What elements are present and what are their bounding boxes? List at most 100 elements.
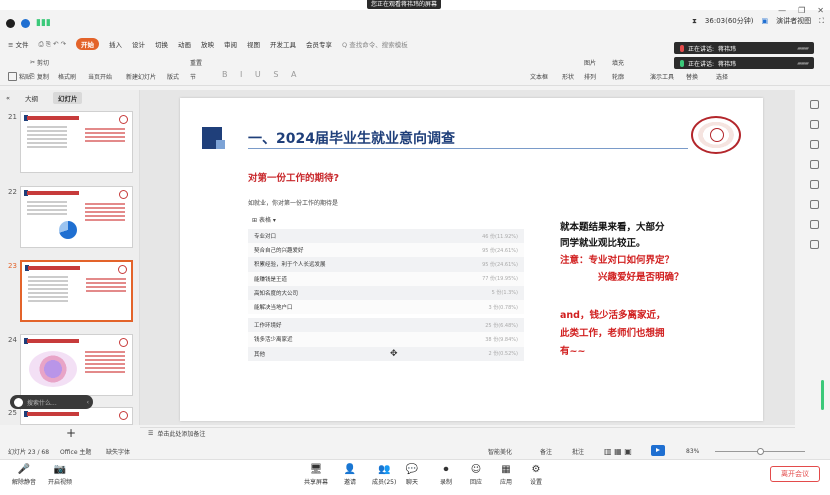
location-icon[interactable] <box>810 200 819 209</box>
slide-thumbnail[interactable] <box>20 186 133 248</box>
menu-item-slideshow[interactable]: 放映 <box>201 39 214 49</box>
right-tool-strip <box>806 100 824 340</box>
tab-outline[interactable]: 大纲 <box>20 92 43 104</box>
format-painter-button[interactable]: 格式刷 <box>58 72 76 81</box>
image-icon[interactable] <box>810 180 819 189</box>
arrange-button[interactable]: 排列 <box>584 72 596 81</box>
template-icon[interactable] <box>810 140 819 149</box>
start-video-button[interactable]: 📷 开启视频 <box>48 463 72 487</box>
ai-search-pill[interactable]: 搜索什么... ‹ <box>10 395 93 409</box>
menu-item-devtools[interactable]: 开发工具 <box>270 39 296 49</box>
option-count: 38 份(9.84%) <box>485 336 518 343</box>
slide-number: 22 <box>8 188 17 196</box>
record-button[interactable]: ⏺ 录制 <box>440 463 452 487</box>
font-style-buttons[interactable]: B I U S A <box>222 70 301 79</box>
vertical-scrollbar[interactable] <box>821 380 824 410</box>
restore-icon[interactable]: ❐ <box>798 6 805 15</box>
invite-button[interactable]: 👤 邀请 <box>344 463 356 487</box>
menu-item-design[interactable]: 设计 <box>132 39 145 49</box>
notes-button[interactable]: 备注 <box>540 447 552 456</box>
slide-thumbnail[interactable] <box>20 111 133 173</box>
presentation-tools-button[interactable]: 演示工具 <box>650 72 674 81</box>
shield-icon <box>21 18 30 28</box>
presenter-view-button[interactable]: 演讲者视图 <box>776 16 811 26</box>
menu-item-transition[interactable]: 切换 <box>155 39 168 49</box>
chevron-left-icon[interactable]: ‹ <box>87 399 93 406</box>
slide-canvas: 一、2024届毕业生就业意向调查 对第一份工作的期待? 如就业，你对第一份工作的… <box>140 90 795 425</box>
camera-icon: 📷 <box>53 463 67 475</box>
tab-slides[interactable]: 幻灯片 <box>52 92 83 104</box>
shape-button[interactable]: 形状 <box>562 72 574 81</box>
animation-icon[interactable] <box>810 120 819 129</box>
slide-counter: 幻灯片 23 / 68 <box>8 448 50 456</box>
help-icon[interactable] <box>810 240 819 249</box>
fullscreen-icon[interactable]: ⛶ <box>819 17 824 26</box>
table-icon: ⊞ <box>252 217 258 224</box>
new-slide-button[interactable]: 新建幻灯片 <box>126 72 156 81</box>
quick-access-icons[interactable]: ⎙ ⎘ ↶ ↷ <box>39 40 67 49</box>
members-button[interactable]: 👥 成员(25) <box>372 463 396 487</box>
text-box-button[interactable]: 文本框 <box>530 72 548 81</box>
transition-icon[interactable] <box>810 160 819 169</box>
meeting-button-label: 共享屏幕 <box>304 479 329 486</box>
table-row: 工作环境好 25 份(6.48%) <box>248 318 524 333</box>
meeting-timer[interactable]: 36:03(60分钟) <box>705 16 754 26</box>
fill-button[interactable]: 填充 <box>612 58 624 67</box>
title-bar-left: ▮▮▮ <box>6 18 51 28</box>
share-banner-text[interactable]: 您正在观看蒋祎玮的屏幕 <box>367 0 442 9</box>
table-row: 专业对口 46 份(11.92%) <box>248 229 524 244</box>
menu-item-start[interactable]: 开始 <box>76 38 100 50</box>
layout-button[interactable]: 版式 <box>167 72 179 81</box>
command-search[interactable]: Q 查找命令、搜索模板 <box>342 39 408 49</box>
settings-button[interactable]: ⚙ 设置 <box>530 463 542 487</box>
section-button[interactable]: 节 <box>190 72 196 81</box>
outline-button[interactable]: 轮廓 <box>612 72 624 81</box>
comments-button[interactable]: 批注 <box>572 447 584 456</box>
chat-button[interactable]: 💬 聊天 <box>405 463 419 487</box>
menu-item-insert[interactable]: 插入 <box>109 39 122 49</box>
select-button[interactable]: 选择 <box>716 72 728 81</box>
replace-button[interactable]: 替换 <box>686 72 698 81</box>
cut-button[interactable]: ✂ 剪切 <box>30 58 49 67</box>
beautify-button[interactable]: 智能美化 <box>488 447 512 456</box>
paste-button[interactable]: 粘贴 <box>8 72 31 81</box>
option-count: 3 份(0.78%) <box>488 304 518 311</box>
share-screen-button[interactable]: 🖥 共享屏幕 <box>304 463 329 487</box>
slide-title: 一、2024届毕业生就业意向调查 <box>248 131 455 147</box>
apps-button[interactable]: ▦ 应用 <box>500 463 513 487</box>
collapse-panel-icon[interactable]: « <box>6 94 10 102</box>
view-mode-icons[interactable]: ▥ ▦ ▣ <box>604 447 632 456</box>
react-button[interactable]: ☺ 回应 <box>470 463 483 487</box>
minimize-icon[interactable]: — <box>778 6 786 15</box>
notes-area[interactable]: ☰ 单击此处添加备注 <box>140 427 795 439</box>
university-logo <box>691 116 741 154</box>
zoom-slider-handle[interactable] <box>757 448 764 455</box>
option-label: 契合自己的兴趣爱好 <box>254 248 304 255</box>
add-slide-button[interactable]: + <box>66 426 76 440</box>
menu-item-member[interactable]: 会员专享 <box>306 39 332 49</box>
menu-item-view[interactable]: 视图 <box>247 39 260 49</box>
reset-button[interactable]: 重置 <box>190 58 202 67</box>
menu-item-review[interactable]: 审阅 <box>224 39 237 49</box>
slide-thumbnail[interactable] <box>20 407 133 425</box>
current-start-button[interactable]: 当页开始 <box>88 72 112 81</box>
menu-item-animation[interactable]: 动画 <box>178 39 191 49</box>
picture-button[interactable]: 图片 <box>584 58 596 67</box>
slide-thumbnail-selected[interactable] <box>20 260 133 322</box>
close-icon[interactable]: ✕ <box>817 6 824 15</box>
copy-button[interactable]: ⎘ 复制 <box>30 72 49 82</box>
missing-font-button[interactable]: 缺失字体 <box>106 447 130 456</box>
meeting-button-label: 应用 <box>500 479 513 486</box>
menu-item-file[interactable]: ≡ 文件 <box>8 39 29 49</box>
more-icon: ▰▰▰ <box>797 59 809 67</box>
zoom-level[interactable]: 83% <box>686 448 699 455</box>
current-slide[interactable]: 一、2024届毕业生就业意向调查 对第一份工作的期待? 如就业，你对第一份工作的… <box>180 98 763 421</box>
leave-meeting-button[interactable]: 离开会议 <box>770 466 820 482</box>
play-slideshow-button[interactable] <box>651 445 665 456</box>
unmute-button[interactable]: 🎤 解除静音 <box>12 463 36 487</box>
style-icon[interactable] <box>810 100 819 109</box>
meeting-button-label: 回应 <box>470 479 483 486</box>
layout-icon[interactable] <box>810 220 819 229</box>
slide-thumbnail[interactable] <box>20 334 133 396</box>
chat-icon: 💬 <box>405 463 419 475</box>
